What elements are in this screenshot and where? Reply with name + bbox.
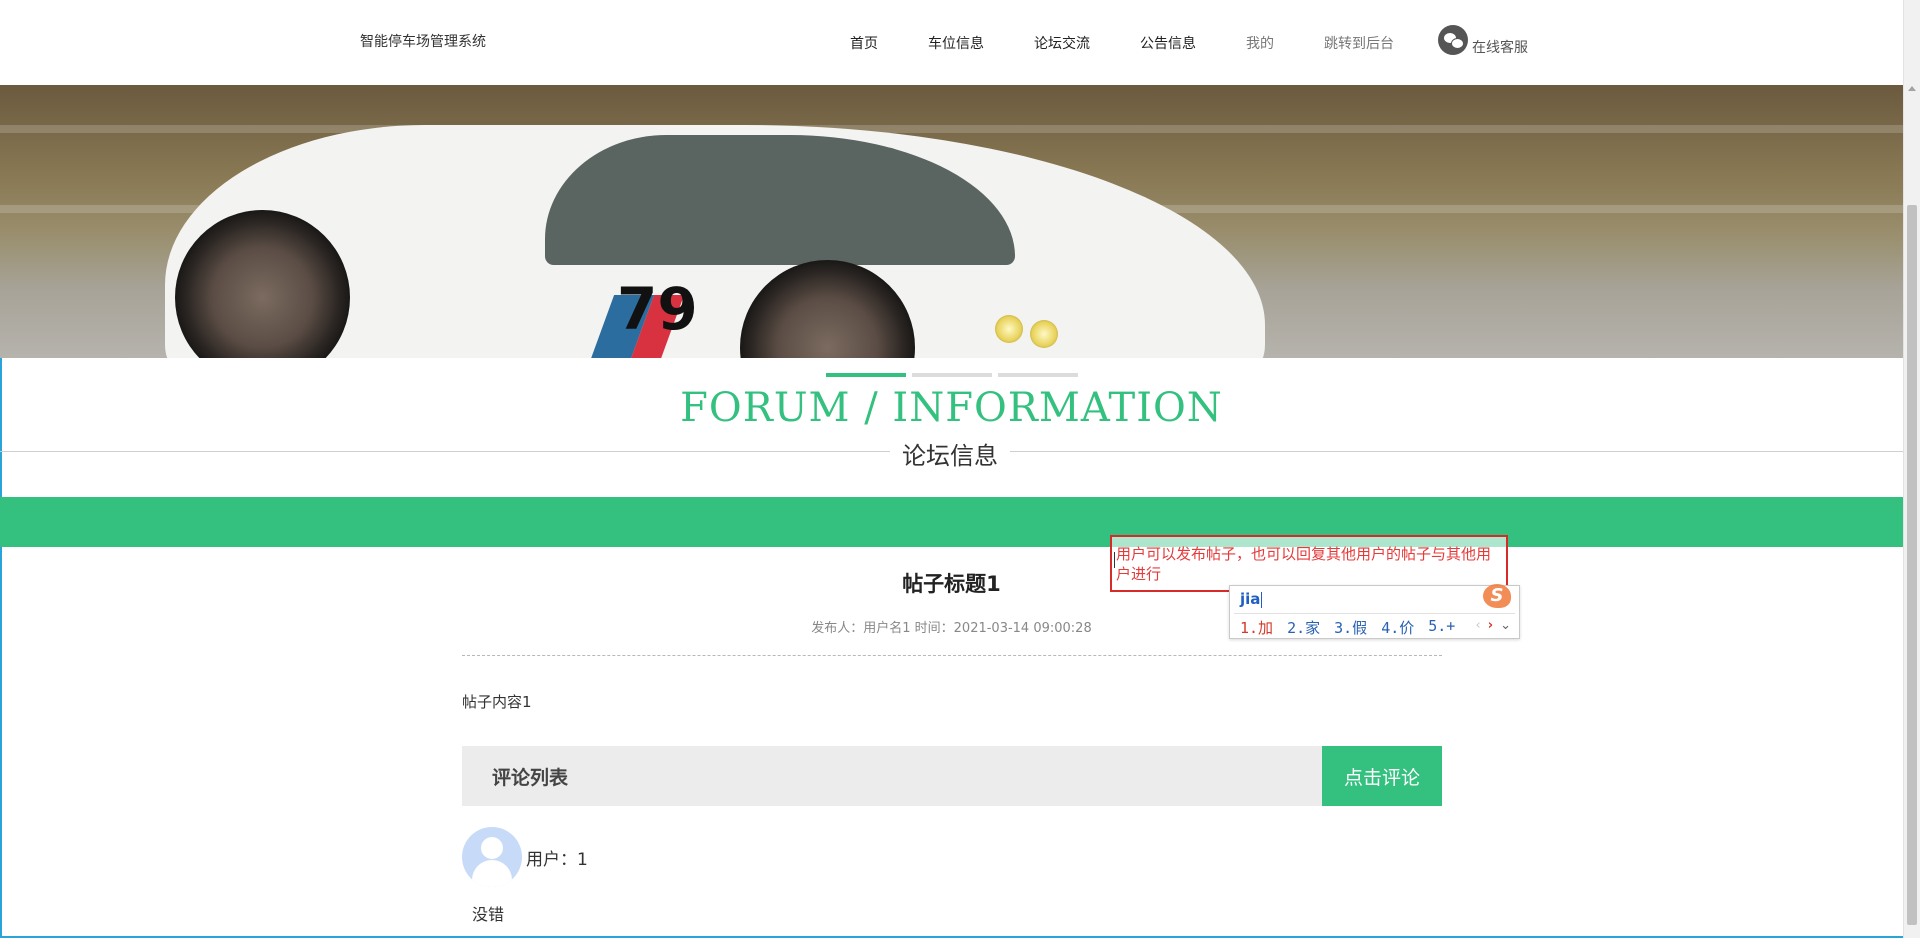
ime-cursor bbox=[1261, 591, 1263, 608]
car-number: 79 bbox=[617, 275, 698, 343]
scroll-up-arrow-icon[interactable] bbox=[1908, 86, 1916, 91]
ime-candidate-window: jia S 1.加 2.家 3.假 4.价 5.+ ‹ › ⌄ bbox=[1229, 584, 1520, 639]
car-window bbox=[545, 135, 1015, 265]
nav-item-forum[interactable]: 论坛交流 bbox=[1034, 33, 1090, 53]
car-headlight bbox=[995, 315, 1023, 343]
vertical-scrollbar[interactable] bbox=[1903, 0, 1920, 938]
annotation-text: 用户可以发布帖子，也可以回复其他用户的帖子与其他用户进行 bbox=[1116, 545, 1492, 583]
annotation-text-box[interactable]: 用户可以发布帖子，也可以回复其他用户的帖子与其他用户进行 bbox=[1110, 535, 1508, 592]
carousel-indicators bbox=[826, 373, 1084, 377]
chevron-left-icon[interactable]: ‹ bbox=[1476, 618, 1481, 633]
comment-item: 用户：1 bbox=[462, 827, 588, 887]
motion-streak bbox=[0, 125, 1903, 133]
nav-item-home[interactable]: 首页 bbox=[850, 33, 878, 53]
ime-page-nav: ‹ › ⌄ bbox=[1469, 618, 1511, 633]
ime-composition: jia bbox=[1240, 590, 1263, 608]
nav-item-mine[interactable]: 我的 bbox=[1246, 33, 1274, 53]
top-header: 智能停车场管理系统 首页 车位信息 论坛交流 公告信息 我的 跳转到后台 在线客… bbox=[0, 0, 1903, 85]
ime-divider bbox=[1234, 613, 1515, 614]
banner-image: 79 bbox=[0, 85, 1903, 358]
ime-candidate[interactable]: 3.假 bbox=[1334, 617, 1367, 638]
post-divider bbox=[462, 655, 1442, 656]
section-title-en: FORUM / INFORMATION bbox=[680, 385, 1223, 431]
post-meta: 发布人：用户名1 时间：2021-03-14 09:00:28 bbox=[811, 621, 1092, 636]
site-title: 智能停车场管理系统 bbox=[360, 34, 486, 50]
car-headlight bbox=[1030, 320, 1058, 348]
add-comment-button[interactable]: 点击评论 bbox=[1322, 746, 1442, 806]
ime-candidate-list: 1.加 2.家 3.假 4.价 5.+ bbox=[1240, 617, 1469, 638]
scrollbar-thumb[interactable] bbox=[1907, 205, 1917, 925]
comment-text: 没错 bbox=[472, 905, 505, 924]
comments-heading: 评论列表 bbox=[492, 766, 569, 789]
avatar bbox=[462, 827, 522, 887]
chevron-right-icon[interactable]: › bbox=[1488, 618, 1493, 633]
online-service-link[interactable]: 在线客服 bbox=[1438, 24, 1528, 57]
online-service-label: 在线客服 bbox=[1472, 39, 1528, 56]
ime-candidate[interactable]: 2.家 bbox=[1287, 617, 1320, 638]
post-content: 帖子内容1 bbox=[462, 693, 532, 711]
section-title-cn: 论坛信息 bbox=[890, 436, 1010, 471]
main-nav: 首页 车位信息 论坛交流 公告信息 我的 跳转到后台 在线客服 bbox=[850, 0, 1528, 85]
text-caret bbox=[1114, 552, 1115, 568]
ime-candidate[interactable]: 1.加 bbox=[1240, 617, 1273, 638]
comments-header: 评论列表 点击评论 bbox=[462, 746, 1442, 806]
carousel-indicator-active[interactable] bbox=[826, 373, 906, 377]
nav-item-parking-spaces[interactable]: 车位信息 bbox=[928, 33, 984, 53]
sogou-logo-icon: S bbox=[1483, 584, 1511, 608]
carousel-indicator[interactable] bbox=[912, 373, 992, 377]
carousel-indicator[interactable] bbox=[998, 373, 1078, 377]
post-title: 帖子标题1 bbox=[902, 572, 1001, 596]
ime-candidate[interactable]: 5.+ bbox=[1428, 617, 1455, 638]
wechat-icon bbox=[1438, 24, 1468, 55]
chevron-down-icon[interactable]: ⌄ bbox=[1500, 618, 1511, 633]
green-band bbox=[0, 497, 1903, 547]
ime-candidate[interactable]: 4.价 bbox=[1381, 617, 1414, 638]
ime-composition-text: jia bbox=[1240, 590, 1261, 608]
comment-user: 用户：1 bbox=[526, 849, 588, 870]
nav-item-admin-backend[interactable]: 跳转到后台 bbox=[1324, 33, 1394, 53]
nav-item-announcements[interactable]: 公告信息 bbox=[1140, 33, 1196, 53]
